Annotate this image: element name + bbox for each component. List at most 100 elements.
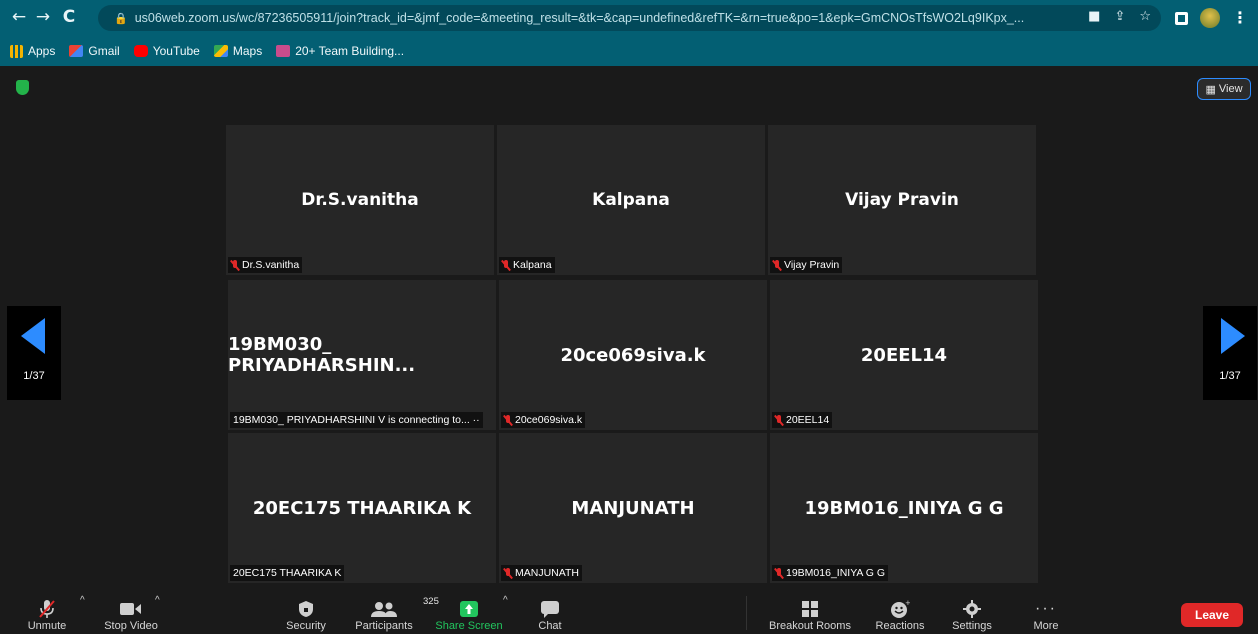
bookmark-team-building[interactable]: 20+ Team Building... xyxy=(276,44,404,58)
participant-name: Dr.S.vanitha xyxy=(301,190,419,210)
menu-icon[interactable]: ⋮ xyxy=(1232,10,1248,26)
page-indicator: 1/37 xyxy=(1219,370,1241,382)
svg-text:+: + xyxy=(905,600,910,607)
participant-tile[interactable]: 20EEL14 20EEL14 xyxy=(770,280,1038,430)
participant-tile[interactable]: 20ce069siva.k 20ce069siva.k xyxy=(499,280,767,430)
participant-tile[interactable]: 19BM030_ PRIYADHARSHIN... 19BM030_ PRIYAD… xyxy=(228,280,496,430)
participant-name: 20EEL14 xyxy=(860,344,948,366)
participant-tile[interactable]: 20EC175 THAARIKA K 20EC175 THAARIKA K xyxy=(228,433,496,583)
participant-label-text: 20EEL14 xyxy=(786,414,830,426)
mic-muted-icon xyxy=(504,414,512,426)
bookmark-gmail[interactable]: Gmail xyxy=(69,44,120,58)
participant-label: 19BM030_ PRIYADHARSHINI V is connecting … xyxy=(230,412,483,428)
arrow-right-icon xyxy=(1221,318,1245,354)
participant-label: 20EC175 THAARIKA K xyxy=(230,565,345,581)
share-options-caret[interactable]: ^ xyxy=(503,595,508,606)
reactions-button[interactable]: + Reactions xyxy=(872,592,928,634)
more-button[interactable]: ··· More xyxy=(1028,592,1064,634)
share-icon[interactable]: ⇪ xyxy=(1114,9,1125,24)
participant-label: MANJUNATH xyxy=(501,565,582,581)
audio-options-caret[interactable]: ^ xyxy=(80,595,85,606)
forward-icon[interactable]: → xyxy=(32,7,54,27)
leave-button[interactable]: Leave xyxy=(1181,603,1243,627)
arrow-left-icon xyxy=(21,318,45,354)
bookmarks-bar: Apps Gmail YouTube Maps 20+ Team Buildin… xyxy=(0,36,1258,66)
chat-icon xyxy=(541,598,559,620)
participant-name: Vijay Pravin xyxy=(845,190,959,210)
shield-icon xyxy=(298,598,314,620)
profile-avatar[interactable] xyxy=(1200,8,1220,28)
stop-video-button[interactable]: Stop Video xyxy=(100,592,162,634)
maps-icon xyxy=(213,45,228,57)
mic-muted-icon xyxy=(773,259,781,271)
side-panel-icon[interactable] xyxy=(1175,11,1188,25)
participant-tile[interactable]: Vijay Pravin Vijay Pravin xyxy=(768,125,1036,275)
participant-tile[interactable]: Kalpana Kalpana xyxy=(497,125,765,275)
address-bar[interactable]: 🔒 us06web.zoom.us/wc/87236505911/join?tr… xyxy=(98,5,1161,31)
meeting-toolbar: Unmute ^ Stop Video ^ Security 325 Parti… xyxy=(0,592,1258,634)
participant-label: 20ce069siva.k xyxy=(501,412,586,428)
participant-label: Vijay Pravin xyxy=(770,257,843,273)
participant-label-text: Kalpana xyxy=(513,259,552,271)
participant-label-text: MANJUNATH xyxy=(515,567,579,579)
more-icon: ··· xyxy=(1035,600,1057,617)
team-building-icon xyxy=(276,45,291,57)
reload-icon[interactable]: C xyxy=(58,7,80,27)
participant-name: 19BM016_INIYA G G xyxy=(804,497,1004,519)
meeting-area: ▦ View 1/37 1/37 Dr.S.vanitha Dr.S.vanith… xyxy=(0,66,1258,592)
settings-button[interactable]: Settings xyxy=(948,592,996,634)
bookmark-apps[interactable]: Apps xyxy=(10,44,55,58)
gmail-icon xyxy=(69,45,84,57)
prev-page-button[interactable]: 1/37 xyxy=(7,306,61,400)
page-indicator: 1/37 xyxy=(23,370,45,382)
gear-icon xyxy=(963,598,981,620)
camera-icon[interactable]: ■ xyxy=(1088,9,1100,24)
participant-label-text: 19BM016_INIYA G G xyxy=(786,567,886,579)
grid-icon: ▦ xyxy=(1205,83,1216,96)
participant-label-text: Dr.S.vanitha xyxy=(242,259,300,271)
back-icon[interactable]: ← xyxy=(8,7,30,27)
participant-tile[interactable]: 19BM016_INIYA G G 19BM016_INIYA G G xyxy=(770,433,1038,583)
view-button[interactable]: ▦ View xyxy=(1197,78,1251,100)
participant-tile[interactable]: Dr.S.vanitha Dr.S.vanitha xyxy=(226,125,494,275)
url-text[interactable]: us06web.zoom.us/wc/87236505911/join?trac… xyxy=(135,11,1105,25)
participant-label-text: 20ce069siva.k xyxy=(515,414,583,426)
participant-label-text: 19BM030_ PRIYADHARSHINI V is connecting … xyxy=(233,414,480,426)
mic-muted-icon xyxy=(775,567,783,579)
participants-icon: 325 xyxy=(371,596,439,620)
lock-icon: 🔒 xyxy=(114,11,128,25)
share-screen-icon xyxy=(460,598,478,620)
apps-icon xyxy=(10,44,23,58)
mic-muted-icon xyxy=(775,414,783,426)
participant-tile[interactable]: MANJUNATH MANJUNATH xyxy=(499,433,767,583)
breakout-rooms-icon xyxy=(802,598,818,620)
participant-label: 19BM016_INIYA G G xyxy=(772,565,889,581)
video-options-caret[interactable]: ^ xyxy=(155,595,160,606)
participant-label: Dr.S.vanitha xyxy=(228,257,303,273)
participant-name: 20ce069siva.k xyxy=(560,344,706,366)
share-screen-button[interactable]: Share Screen xyxy=(434,592,504,634)
next-page-button[interactable]: 1/37 xyxy=(1203,306,1257,400)
participant-label-text: Vijay Pravin xyxy=(784,259,840,271)
bookmark-youtube[interactable]: YouTube xyxy=(133,44,200,58)
unmute-button[interactable]: Unmute xyxy=(24,592,70,634)
breakout-rooms-button[interactable]: Breakout Rooms xyxy=(764,592,856,634)
star-icon[interactable]: ☆ xyxy=(1139,9,1151,24)
toolbar-divider xyxy=(746,596,747,630)
mic-muted-icon xyxy=(502,259,510,271)
mic-muted-icon xyxy=(38,598,56,620)
participant-name: MANJUNATH xyxy=(571,497,695,519)
reactions-icon: + xyxy=(890,598,910,620)
browser-toolbar: ← → C 🔒 us06web.zoom.us/wc/87236505911/j… xyxy=(0,0,1258,36)
mic-muted-icon xyxy=(231,259,239,271)
bookmark-maps[interactable]: Maps xyxy=(213,44,262,58)
participant-name: 19BM030_ PRIYADHARSHIN... xyxy=(228,334,416,376)
participant-label: 20EEL14 xyxy=(772,412,833,428)
participants-button[interactable]: 325 Participants xyxy=(352,592,439,634)
security-shield-icon[interactable] xyxy=(16,80,29,95)
mic-muted-icon xyxy=(504,567,512,579)
security-button[interactable]: Security xyxy=(284,592,328,634)
chat-button[interactable]: Chat xyxy=(532,592,568,634)
participant-name: 20EC175 THAARIKA K xyxy=(252,497,472,519)
youtube-icon xyxy=(133,45,148,57)
